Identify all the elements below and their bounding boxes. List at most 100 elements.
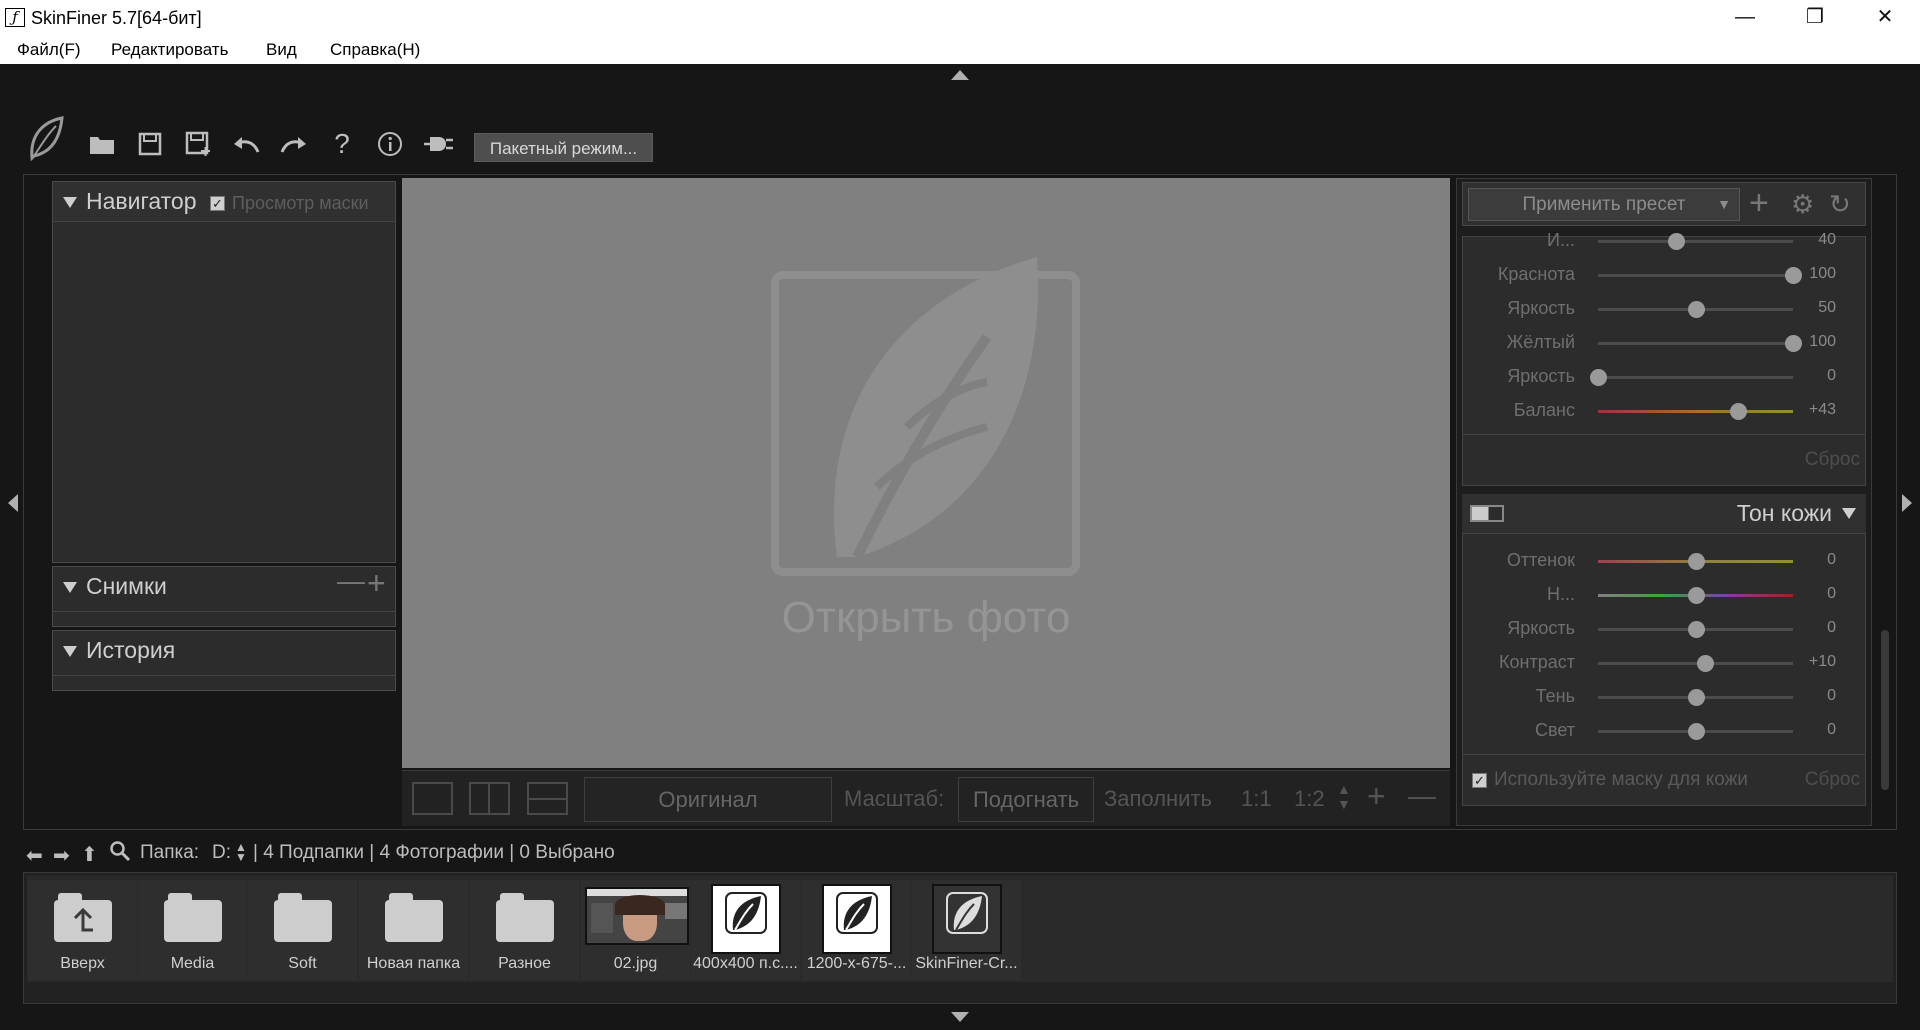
add-snapshot-icon[interactable]: + [367,565,386,602]
search-icon[interactable] [109,840,131,867]
drive-stepper-icon[interactable]: ▲ ▼ [235,841,247,863]
history-title: История [86,637,176,663]
file-name: Вверх [60,955,105,972]
skin-mask-label: Используйте маску для кожи [1494,769,1748,790]
panel-scrollbar[interactable] [1881,630,1889,790]
menu-file[interactable]: Файл(F) [17,40,81,60]
remove-snapshot-icon[interactable]: — [337,565,365,597]
open-photo-label[interactable]: Открыть фото [402,593,1450,643]
file-item[interactable]: Вверх [28,880,137,980]
fit-button[interactable]: Подогнать [958,777,1094,822]
collapse-top-arrow-icon[interactable] [951,70,969,80]
split-horizontal-view-icon[interactable] [527,782,568,815]
maximize-button[interactable]: ❐ [1780,0,1850,36]
ratio-1-2-button[interactable]: 1:2 [1294,786,1325,812]
split-vertical-view-icon[interactable] [469,782,510,815]
menu-bar: Файл(F) Редактировать Вид Справка(H) [0,36,1920,64]
menu-help[interactable]: Справка(H) [330,40,420,60]
zoom-out-icon[interactable]: — [1408,780,1436,812]
upper-slider-track[interactable] [1598,342,1793,345]
file-item[interactable]: Разное [470,880,579,980]
open-folder-icon[interactable] [85,126,119,162]
zoom-stepper-icon[interactable]: ▲ ▼ [1337,782,1351,812]
save-icon[interactable] [133,126,167,162]
upper-slider-track[interactable] [1598,274,1793,277]
upper-slider-knob[interactable] [1590,369,1607,386]
skin-reset-button[interactable]: Сброс [1780,769,1860,791]
upper-slider-knob[interactable] [1687,301,1705,318]
add-preset-icon[interactable]: + [1749,184,1769,223]
skin-slider-label: Н... [1546,584,1575,604]
logo-thumbnail [822,884,892,954]
apply-preset-dropdown[interactable]: Применить пресет ▼ [1468,188,1740,221]
fill-button[interactable]: Заполнить [1104,786,1212,812]
close-button[interactable]: ✕ [1850,0,1920,36]
plugin-icon[interactable] [421,126,455,162]
image-canvas[interactable]: Открыть фото [402,178,1450,768]
folder-icon [274,893,332,942]
file-item[interactable]: 02.jpg [581,880,690,980]
skin-tone-title: Тон кожи [1736,500,1832,526]
gear-icon[interactable]: ⚙ [1791,189,1814,220]
batch-mode-button[interactable]: Пакетный режим... [474,133,653,162]
file-name: SkinFiner-Cr... [915,955,1018,972]
mask-preview-checkbox[interactable]: ✓ [210,196,225,211]
zoom-in-icon[interactable]: + [1367,778,1386,815]
upper-slider-track[interactable] [1598,240,1793,243]
menu-edit[interactable]: Редактировать [111,40,228,60]
minimize-button[interactable]: — [1710,0,1780,36]
skin-tone-toggle-icon[interactable] [1470,505,1504,522]
file-item[interactable]: 400x400 п.с.... [691,880,800,980]
single-view-icon[interactable] [412,782,453,815]
upper-slider-label: Краснота [1497,264,1575,284]
redo-icon[interactable] [277,126,311,162]
upper-reset-button[interactable]: Сброс [1780,449,1860,471]
skin-slider-knob[interactable] [1687,723,1705,740]
info-icon[interactable] [373,126,407,162]
skin-slider-value: 0 [1827,687,1836,704]
collapse-left-arrow-icon[interactable] [8,494,18,512]
snapshots-collapse-icon[interactable] [63,582,77,593]
save-as-icon[interactable] [181,126,215,162]
skin-mask-checkbox[interactable]: ✓ [1472,773,1487,788]
scale-label: Масштаб: [844,786,945,811]
skin-slider-knob[interactable] [1687,553,1705,570]
upper-slider-value: 100 [1809,333,1836,350]
forward-icon[interactable]: ➡ [53,843,70,868]
back-icon[interactable]: ⬅ [26,843,43,868]
open-photo-logo-icon[interactable] [771,257,1080,576]
navigator-collapse-icon[interactable] [63,197,77,208]
file-name: 400x400 п.с.... [693,955,798,972]
undo-icon[interactable] [229,126,263,162]
skin-slider-track[interactable] [1598,662,1793,665]
collapse-right-arrow-icon[interactable] [1902,494,1912,512]
help-icon[interactable]: ? [325,126,359,162]
ratio-1-1-button[interactable]: 1:1 [1241,786,1272,812]
file-item[interactable]: Media [138,880,247,980]
file-item[interactable]: Новая папка [359,880,468,980]
folder-icon [385,893,443,942]
folder-up-icon[interactable]: ⬆ [81,842,98,867]
file-item[interactable]: Soft [248,880,357,980]
original-button[interactable]: Оригинал [584,777,832,822]
skin-slider-knob[interactable] [1687,689,1705,706]
upper-slider-knob[interactable] [1668,233,1685,250]
upper-slider-track[interactable] [1598,410,1793,413]
file-item[interactable]: 1200-x-675-... [802,880,911,980]
skin-slider-knob[interactable] [1687,587,1705,604]
navigator-title: Навигатор [86,188,197,214]
file-name: Soft [288,955,317,972]
skin-slider-label: Оттенок [1506,550,1575,570]
upper-slider-track[interactable] [1598,376,1793,379]
refresh-icon[interactable]: ↻ [1829,189,1851,220]
file-item[interactable]: SkinFiner-Cr... [912,880,1021,980]
file-name: 02.jpg [613,955,658,972]
upper-slider-value: 100 [1809,265,1836,282]
collapse-bottom-arrow-icon[interactable] [951,1012,969,1022]
skin-tone-collapse-icon[interactable] [1842,508,1856,519]
skin-slider-knob[interactable] [1687,621,1705,638]
apply-preset-label: Применить пресет [1522,194,1686,215]
drive-selector[interactable]: D: [212,842,231,864]
history-collapse-icon[interactable] [63,646,77,657]
menu-view[interactable]: Вид [266,40,297,60]
